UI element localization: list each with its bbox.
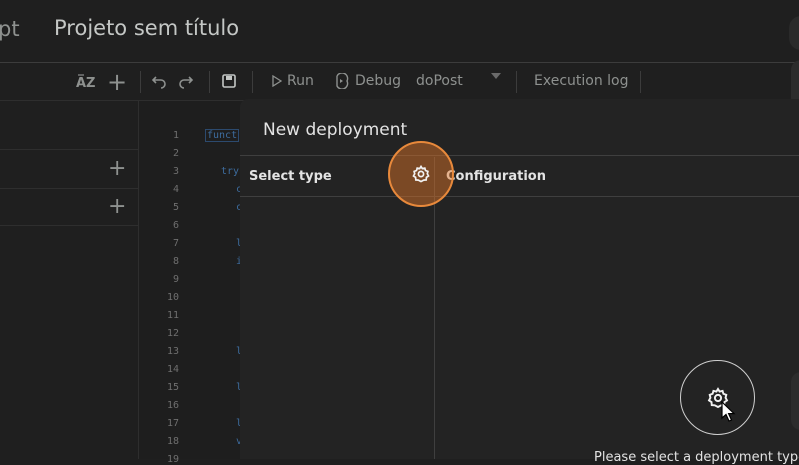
toolbar-divider [252, 71, 253, 93]
line-number: 19 [166, 454, 179, 465]
line-number: 18 [166, 436, 179, 447]
configuration-label: Configuration [446, 169, 546, 184]
dialog-title: New deployment [263, 120, 408, 140]
hint-text: Please select a deployment type [594, 450, 799, 465]
toolbar-divider [640, 71, 641, 93]
sort-az-icon[interactable]: AZ [75, 72, 95, 92]
code-token: try [221, 166, 240, 177]
divider [0, 149, 138, 150]
line-number: 12 [166, 328, 179, 339]
app-name: pt [0, 17, 20, 41]
line-number: 16 [166, 400, 179, 411]
select-type-gear-highlight[interactable] [680, 360, 755, 435]
execution-log-label: Execution log [534, 73, 629, 89]
toolbar: AZ + Run Debug doPost Execution log [0, 63, 799, 101]
line-number: 14 [166, 364, 179, 375]
line-number: 15 [166, 382, 179, 393]
line-number: 2 [172, 148, 179, 159]
line-number: 4 [172, 184, 179, 195]
divider [0, 225, 138, 226]
select-type-label: Select type [249, 169, 332, 184]
line-number: 7 [172, 238, 179, 249]
function-select-value: doPost [416, 73, 463, 89]
side-panel-button[interactable] [791, 372, 799, 430]
gear-icon [412, 164, 430, 183]
toolbar-divider [516, 71, 517, 93]
line-number: 13 [166, 346, 179, 357]
add-service-icon[interactable]: + [108, 196, 126, 218]
svg-text:AZ: AZ [76, 76, 95, 91]
code-token: funct [205, 129, 240, 142]
undo-icon[interactable] [151, 73, 167, 89]
divider [0, 188, 138, 189]
line-number: 6 [172, 220, 179, 231]
line-number: 3 [172, 166, 179, 177]
top-bar: pt Projeto sem título [0, 0, 799, 62]
execution-log-button[interactable]: Execution log [534, 73, 629, 89]
select-type-gear-button[interactable] [388, 141, 454, 207]
divider [240, 196, 799, 197]
toolbar-divider [209, 71, 210, 93]
project-title[interactable]: Projeto sem título [54, 16, 239, 40]
cursor-icon [721, 400, 736, 422]
redo-icon[interactable] [178, 73, 194, 89]
run-label: Run [287, 73, 314, 89]
debug-icon [336, 73, 349, 89]
toolbar-divider [140, 71, 141, 93]
divider [240, 155, 799, 156]
line-number: 1 [172, 130, 179, 141]
debug-label: Debug [355, 73, 402, 89]
function-select[interactable]: doPost [416, 73, 463, 89]
add-library-icon[interactable]: + [108, 158, 126, 180]
line-number: 17 [166, 418, 179, 429]
play-icon [272, 75, 282, 87]
save-icon[interactable] [221, 73, 237, 89]
line-number: 5 [172, 202, 179, 213]
line-number: 8 [172, 256, 179, 267]
dropdown-arrow-icon[interactable] [491, 73, 501, 79]
run-button[interactable]: Run [272, 73, 314, 89]
files-panel: + + [0, 101, 139, 459]
line-number: 9 [172, 274, 179, 285]
plus-icon[interactable]: + [107, 68, 127, 96]
line-number: 10 [166, 292, 179, 303]
account-button[interactable] [789, 16, 799, 50]
line-number: 11 [166, 310, 179, 321]
debug-button[interactable]: Debug [334, 73, 401, 89]
